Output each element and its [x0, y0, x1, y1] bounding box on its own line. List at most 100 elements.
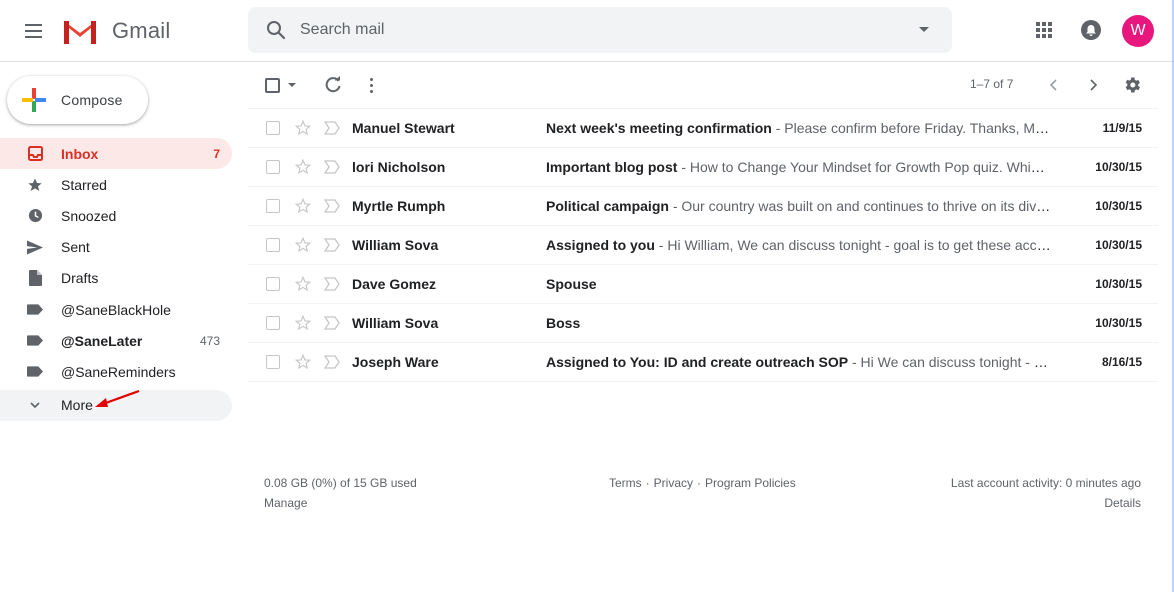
sidebar-item-sanereminders[interactable]: @SaneReminders [0, 356, 232, 387]
star-icon [28, 178, 42, 191]
sidebar-item-saneblackhole[interactable]: @SaneBlackHole [0, 294, 232, 325]
star-outline-icon[interactable] [294, 353, 312, 371]
select-all-checkbox[interactable] [265, 78, 280, 93]
star-outline-icon[interactable] [294, 158, 312, 176]
gmail-logo-text: Gmail [112, 18, 171, 43]
email-row[interactable]: William Sova Boss 10/30/15 [248, 304, 1158, 343]
top-bar: Gmail W [0, 0, 1174, 62]
sidebar-item-label: Sent [61, 239, 90, 256]
terms-link[interactable]: Terms [609, 476, 642, 490]
email-snippet: - Our country was built on and continues… [668, 198, 1051, 214]
footer-separator: · [645, 476, 650, 490]
email-row[interactable]: lori Nicholson Important blog post - How… [248, 148, 1158, 187]
email-subject: Boss [546, 315, 581, 331]
footer-separator: · [697, 476, 702, 490]
select-options-caret-icon[interactable] [288, 83, 296, 87]
star-outline-icon[interactable] [294, 314, 312, 332]
email-list: Manuel Stewart Next week's meeting confi… [248, 108, 1158, 382]
star-outline-icon[interactable] [294, 236, 312, 254]
search-options-button[interactable] [906, 12, 942, 48]
email-content: Important blog post - How to Change Your… [546, 159, 1051, 175]
sidebar-item-label: Inbox [61, 145, 99, 162]
clock-icon [28, 209, 42, 223]
sidebar-item-drafts[interactable]: Drafts [0, 263, 232, 294]
email-subject: Assigned to you [546, 237, 655, 253]
importance-marker-icon[interactable] [324, 199, 340, 213]
row-checkbox[interactable] [266, 121, 280, 135]
email-row[interactable]: Manuel Stewart Next week's meeting confi… [248, 109, 1158, 148]
search-icon[interactable] [264, 18, 288, 42]
footer-links: Terms · Privacy · Program Policies [609, 476, 796, 490]
importance-marker-icon[interactable] [324, 355, 340, 369]
email-sender: William Sova [352, 237, 439, 253]
row-checkbox[interactable] [266, 316, 280, 330]
email-date: 10/30/15 [1095, 160, 1142, 174]
importance-marker-icon[interactable] [324, 238, 340, 252]
search-bar[interactable] [248, 7, 952, 53]
row-checkbox[interactable] [266, 238, 280, 252]
importance-marker-icon[interactable] [324, 160, 340, 174]
sidebar-item-inbox[interactable]: Inbox 7 [0, 138, 232, 170]
refresh-icon[interactable] [324, 76, 342, 94]
sidebar-item-sanelater[interactable]: @SaneLater 473 [0, 325, 232, 356]
importance-marker-icon[interactable] [324, 316, 340, 330]
email-snippet: - How to Change Your Mindset for Growth … [677, 159, 1051, 175]
email-date: 10/30/15 [1095, 238, 1142, 252]
apps-grid-icon[interactable] [1034, 20, 1054, 40]
notifications-icon[interactable] [1081, 20, 1101, 40]
inbox-icon [27, 146, 43, 162]
email-snippet: - Please confirm before Friday. Thanks, … [771, 120, 1051, 136]
importance-marker-icon[interactable] [324, 277, 340, 291]
email-date: 8/16/15 [1101, 355, 1142, 369]
email-subject: Political campaign [546, 198, 669, 214]
sidebar-item-starred[interactable]: Starred [0, 169, 232, 200]
sidebar-item-label: Snoozed [61, 207, 117, 224]
sidebar-item-label: Drafts [61, 270, 99, 287]
star-outline-icon[interactable] [294, 119, 312, 137]
sidebar-item-snoozed[interactable]: Snoozed [0, 200, 232, 231]
mail-toolbar: 1–7 of 7 [248, 62, 1158, 108]
email-row[interactable]: Dave Gomez Spouse 10/30/15 [248, 265, 1158, 304]
activity-details-link[interactable]: Details [1104, 496, 1141, 510]
search-input[interactable] [300, 15, 906, 45]
row-checkbox[interactable] [266, 355, 280, 369]
email-date: 10/30/15 [1095, 199, 1142, 213]
star-outline-icon[interactable] [294, 275, 312, 293]
email-snippet: - Hi William, We can discuss tonight - g… [654, 237, 1051, 253]
compose-plus-icon [22, 88, 46, 112]
annotation-arrow-icon [95, 389, 140, 407]
gear-icon[interactable] [1122, 75, 1142, 95]
account-avatar[interactable]: W [1122, 15, 1154, 47]
row-checkbox[interactable] [266, 199, 280, 213]
gmail-logo[interactable]: Gmail [62, 16, 170, 46]
chevron-right-icon[interactable] [1085, 76, 1101, 94]
compose-button[interactable]: Compose [7, 76, 148, 124]
email-row[interactable]: William Sova Assigned to you - Hi Willia… [248, 226, 1158, 265]
importance-marker-icon[interactable] [324, 121, 340, 135]
sidebar-item-label: Starred [61, 176, 107, 193]
manage-storage-link[interactable]: Manage [264, 496, 307, 510]
star-outline-icon[interactable] [294, 197, 312, 215]
sidebar-nav: Inbox 7 Starred Snoozed Sent Drafts @San… [0, 138, 232, 421]
email-sender: Joseph Ware [352, 354, 439, 370]
row-checkbox[interactable] [266, 160, 280, 174]
email-subject: Assigned to You: ID and create outreach … [546, 354, 849, 370]
email-row[interactable]: Myrtle Rumph Political campaign - Our co… [248, 187, 1158, 226]
sidebar-item-sent[interactable]: Sent [0, 232, 232, 263]
last-account-activity: Last account activity: 0 minutes ago [950, 476, 1141, 490]
privacy-link[interactable]: Privacy [654, 476, 693, 490]
email-content: Spouse [546, 276, 1051, 292]
email-content: Assigned to You: ID and create outreach … [546, 354, 1051, 370]
email-sender: Myrtle Rumph [352, 198, 446, 214]
email-sender: Dave Gomez [352, 276, 437, 292]
more-options-icon[interactable] [362, 76, 380, 94]
email-row[interactable]: Joseph Ware Assigned to You: ID and crea… [248, 343, 1158, 382]
chevron-left-icon[interactable] [1046, 76, 1062, 94]
draft-icon [28, 270, 42, 287]
main-menu-icon[interactable] [20, 17, 48, 45]
pagination-range[interactable]: 1–7 of 7 [970, 77, 1013, 91]
row-checkbox[interactable] [266, 277, 280, 291]
program-policies-link[interactable]: Program Policies [705, 476, 796, 490]
unread-count: 473 [199, 333, 220, 348]
email-date: 10/30/15 [1095, 277, 1142, 291]
